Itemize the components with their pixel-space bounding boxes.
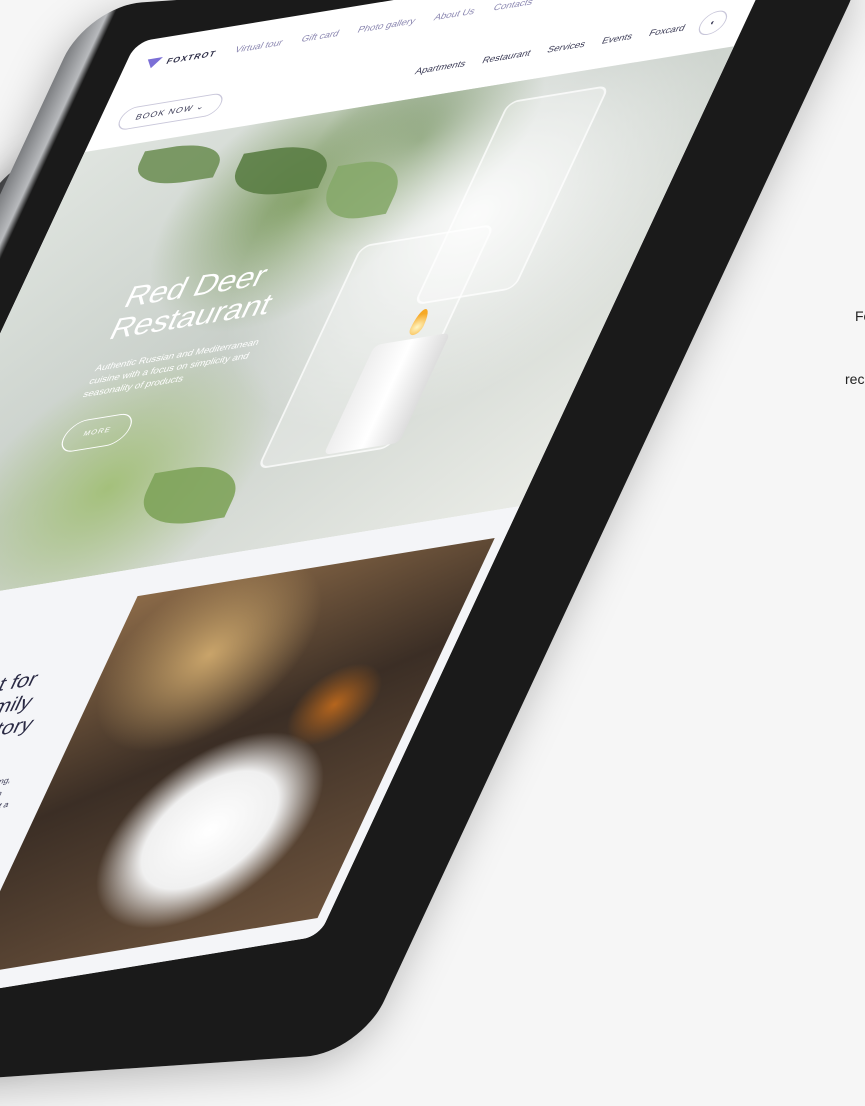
nav-services[interactable]: Services	[546, 39, 588, 55]
language-icon: ◐	[708, 17, 718, 28]
toplink-virtual-tour[interactable]: Virtual tour	[233, 37, 285, 55]
language-button[interactable]: ◐	[694, 8, 732, 37]
chevron-down-icon: ⌄	[194, 101, 208, 112]
nav-events[interactable]: Events	[600, 31, 634, 46]
nav-foxcard[interactable]: Foxcard	[647, 22, 687, 38]
hero-title: Red Deer Restaurant	[104, 257, 293, 347]
nav-restaurant[interactable]: Restaurant	[481, 48, 533, 66]
logo-text: FOXTROT	[165, 48, 219, 66]
toplink-photo-gallery[interactable]: Photo gallery	[356, 16, 418, 35]
leaf-decor	[220, 137, 342, 204]
logo[interactable]: FOXTROT	[143, 48, 218, 69]
book-now-label: BOOK NOW	[134, 103, 196, 122]
toplink-gift-card[interactable]: Gift card	[300, 28, 341, 44]
more-button[interactable]: MORE	[55, 411, 138, 455]
toplink-about-us[interactable]: About Us	[432, 6, 477, 23]
toplink-contacts[interactable]: Contacts	[492, 0, 535, 13]
leaf-decor	[126, 137, 232, 192]
book-now-button[interactable]: BOOK NOW ⌄	[114, 91, 227, 131]
side-text-line2: rec	[845, 371, 865, 387]
fox-logo-icon	[143, 57, 163, 69]
nav-apartments[interactable]: Apartments	[413, 58, 467, 76]
leaf-decor	[126, 457, 253, 534]
side-text-line1: Fo	[855, 308, 865, 324]
